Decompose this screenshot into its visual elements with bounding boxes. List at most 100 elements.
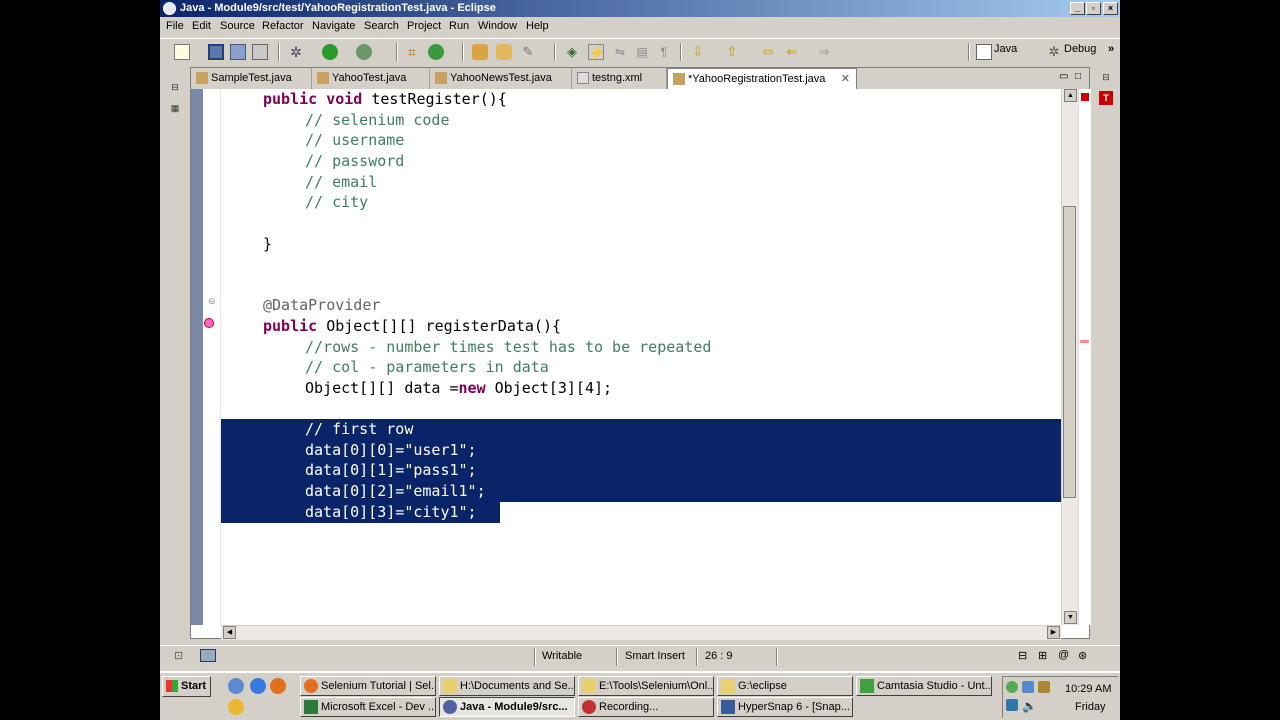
restore-icon[interactable]: ⊟ <box>165 82 185 93</box>
clock-time[interactable]: 10:29 AM <box>1065 683 1111 695</box>
menu-window[interactable]: Window <box>478 20 517 32</box>
print-icon[interactable] <box>252 44 268 60</box>
code-line-4: // password <box>305 152 405 170</box>
tab-yahooregistrationtest[interactable]: *YahooRegistrationTest.java ✕ <box>667 68 857 90</box>
fold-collapse-icon[interactable]: ⊖ <box>208 296 216 307</box>
overview-ruler <box>1078 89 1091 625</box>
back-icon[interactable]: ⇐ <box>784 44 800 60</box>
menu-source[interactable]: Source <box>220 20 255 32</box>
task-label: HyperSnap 6 - [Snap... <box>738 701 850 713</box>
taskbar-documents[interactable]: H:\Documents and Se... <box>439 676 575 696</box>
ie-icon[interactable] <box>250 678 266 694</box>
scrollbar-thumb[interactable] <box>1063 206 1076 498</box>
outline-icon[interactable]: T <box>1099 91 1113 105</box>
search-icon[interactable]: ✎ <box>520 44 536 60</box>
menu-navigate[interactable]: Navigate <box>312 20 355 32</box>
prev-annotation-icon[interactable]: ⇧ <box>724 44 740 60</box>
show-view-icon[interactable] <box>200 649 216 662</box>
menu-run[interactable]: Run <box>449 20 469 32</box>
scroll-right-arrow[interactable]: ▶ <box>1047 626 1060 639</box>
new-package-icon[interactable]: ⌗ <box>404 44 420 60</box>
external-tools-icon[interactable] <box>356 44 372 60</box>
minimize-button[interactable]: _ <box>1070 2 1085 15</box>
tray-monitor-icon[interactable] <box>1022 681 1034 693</box>
tab-sampletest[interactable]: SampleTest.java <box>191 68 312 89</box>
scroll-down-arrow[interactable]: ▼ <box>1064 611 1077 624</box>
maximize-button[interactable]: ▫ <box>1086 2 1101 15</box>
tab-testng-xml[interactable]: testng.xml <box>572 68 667 89</box>
status-icon-3[interactable]: @ <box>1058 649 1069 661</box>
minimize-editor-icon[interactable]: ▭ <box>1059 71 1068 82</box>
scroll-up-arrow[interactable]: ▲ <box>1064 89 1077 102</box>
taskbar-camtasia[interactable]: Camtasia Studio - Unt... <box>856 676 992 696</box>
block-select-icon[interactable]: ⇋ <box>612 44 628 60</box>
highlight-icon[interactable]: ⚡ <box>588 44 605 60</box>
menu-project[interactable]: Project <box>407 20 441 32</box>
code-line-14: data[0][0]="user1"; <box>305 441 477 459</box>
open-perspective-icon[interactable] <box>976 44 992 60</box>
taskbar-excel[interactable]: Microsoft Excel - Dev ... <box>300 697 436 717</box>
save-all-icon[interactable] <box>230 44 246 60</box>
horizontal-scrollbar[interactable]: ◀ ▶ <box>221 625 1061 640</box>
fast-view-icon[interactable]: ⊡ <box>174 649 183 662</box>
chrome-icon[interactable] <box>228 699 244 715</box>
tab-yahootest[interactable]: YahooTest.java <box>312 68 430 89</box>
whitespace-icon[interactable]: ¶ <box>656 44 672 60</box>
status-icon-4[interactable]: ⊛ <box>1078 649 1087 662</box>
windows-taskbar: Start Selenium Tutorial | Sel... H:\Docu… <box>160 671 1120 720</box>
scroll-left-arrow[interactable]: ◀ <box>223 626 236 639</box>
menu-edit[interactable]: Edit <box>192 20 211 32</box>
open-task-icon[interactable] <box>496 44 512 60</box>
tab-yahoonewstest[interactable]: YahooNewsTest.java <box>430 68 572 89</box>
error-overview-icon[interactable] <box>1081 93 1089 101</box>
java-perspective[interactable]: Java <box>994 43 1017 55</box>
taskbar-eclipse-folder[interactable]: G:\eclipse <box>717 676 853 696</box>
show-desktop-icon[interactable] <box>228 678 244 694</box>
toggle-mark-icon[interactable]: ◈ <box>564 44 580 60</box>
close-button[interactable]: × <box>1103 2 1118 15</box>
debug-icon[interactable]: ✲ <box>288 44 304 60</box>
status-icon-2[interactable]: ⊞ <box>1038 649 1047 662</box>
task-label: Camtasia Studio - Unt... <box>877 680 992 692</box>
close-tab-icon[interactable]: ✕ <box>841 69 850 90</box>
restore-right-icon[interactable]: ⊟ <box>1096 72 1116 83</box>
java-file-icon <box>673 73 685 85</box>
status-icon-1[interactable]: ⊟ <box>1018 649 1027 662</box>
open-type-icon[interactable] <box>472 44 488 60</box>
menu-help[interactable]: Help <box>526 20 549 32</box>
code-editor[interactable]: public void testRegister(){ // selenium … <box>221 89 1061 625</box>
code-line-5: // email <box>305 173 378 191</box>
error-marker-icon[interactable] <box>204 318 214 328</box>
new-class-icon[interactable] <box>428 44 444 60</box>
package-explorer-icon[interactable]: ▦ <box>165 103 185 114</box>
next-annotation-icon[interactable]: ⇩ <box>690 44 706 60</box>
tray-app-icon[interactable] <box>1038 681 1050 693</box>
forward-icon[interactable]: ⇒ <box>816 44 832 60</box>
code-line-3: // username <box>305 131 405 149</box>
taskbar-tools[interactable]: E:\Tools\Selenium\Onl... <box>578 676 714 696</box>
tab-label: YahooTest.java <box>332 72 407 84</box>
taskbar-eclipse[interactable]: Java - Module9/src... <box>439 697 575 717</box>
menu-search[interactable]: Search <box>364 20 399 32</box>
save-icon[interactable] <box>208 44 224 60</box>
taskbar-selenium[interactable]: Selenium Tutorial | Sel... <box>300 676 436 696</box>
menu-file[interactable]: File <box>166 20 184 32</box>
debug-perspective[interactable]: Debug <box>1064 43 1096 55</box>
tray-usb-icon[interactable] <box>1006 699 1018 711</box>
tray-network-icon[interactable] <box>1006 681 1018 693</box>
title-bar[interactable]: Java - Module9/src/test/YahooRegistratio… <box>160 0 1120 17</box>
show-source-icon[interactable]: ▤ <box>634 44 650 60</box>
volume-icon[interactable]: 🔈 <box>1022 699 1037 713</box>
menu-refactor[interactable]: Refactor <box>262 20 304 32</box>
taskbar-hypersnap[interactable]: HyperSnap 6 - [Snap... <box>717 697 853 717</box>
run-icon[interactable] <box>322 44 338 60</box>
taskbar-recording[interactable]: Recording... <box>578 697 714 717</box>
start-button[interactable]: Start <box>162 676 211 697</box>
right-trim: ⊟ T <box>1096 72 1116 122</box>
maximize-editor-icon[interactable]: □ <box>1075 71 1081 82</box>
overview-error-mark[interactable] <box>1080 340 1089 343</box>
more-perspectives-icon[interactable]: » <box>1108 43 1114 55</box>
new-icon[interactable] <box>174 44 190 60</box>
firefox-icon[interactable] <box>270 678 286 694</box>
last-edit-icon[interactable]: ⇦ <box>760 44 776 60</box>
